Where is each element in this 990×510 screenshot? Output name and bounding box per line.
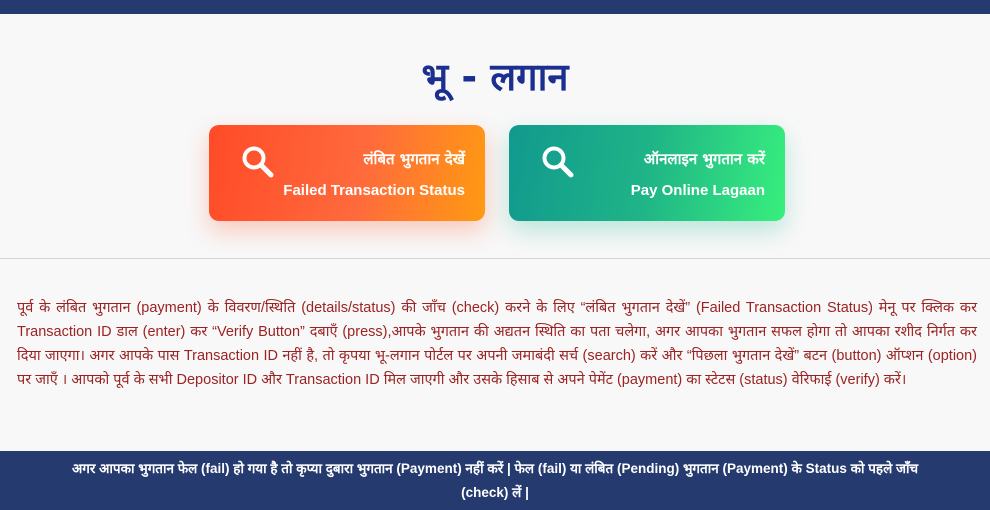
pay-online-label-hindi: ऑनलाइन भुगतान करें: [643, 150, 765, 168]
page-title: भू - लगान: [421, 55, 569, 99]
failed-transaction-label-hindi: लंबित भुगतान देखें: [363, 150, 465, 168]
search-icon: [242, 146, 274, 178]
section-divider: [0, 258, 990, 259]
pay-online-lagaan-button[interactable]: ऑनलाइन भुगतान करें Pay Online Lagaan: [509, 125, 785, 221]
top-bar: [0, 0, 990, 14]
search-icon: [542, 146, 574, 178]
failed-transaction-status-button[interactable]: लंबित भुगतान देखें Failed Transaction St…: [209, 125, 485, 221]
instructions-paragraph: पूर्व के लंबित भुगतान (payment) के विवरण…: [17, 300, 977, 388]
footer-notice: अगर आपका भुगतान फेल (fail) हो गया है तो …: [71, 460, 919, 500]
failed-transaction-label-english: Failed Transaction Status: [283, 182, 465, 199]
footer-bar: अगर आपका भुगतान फेल (fail) हो गया है तो …: [0, 451, 990, 510]
pay-online-label-english: Pay Online Lagaan: [630, 182, 765, 199]
